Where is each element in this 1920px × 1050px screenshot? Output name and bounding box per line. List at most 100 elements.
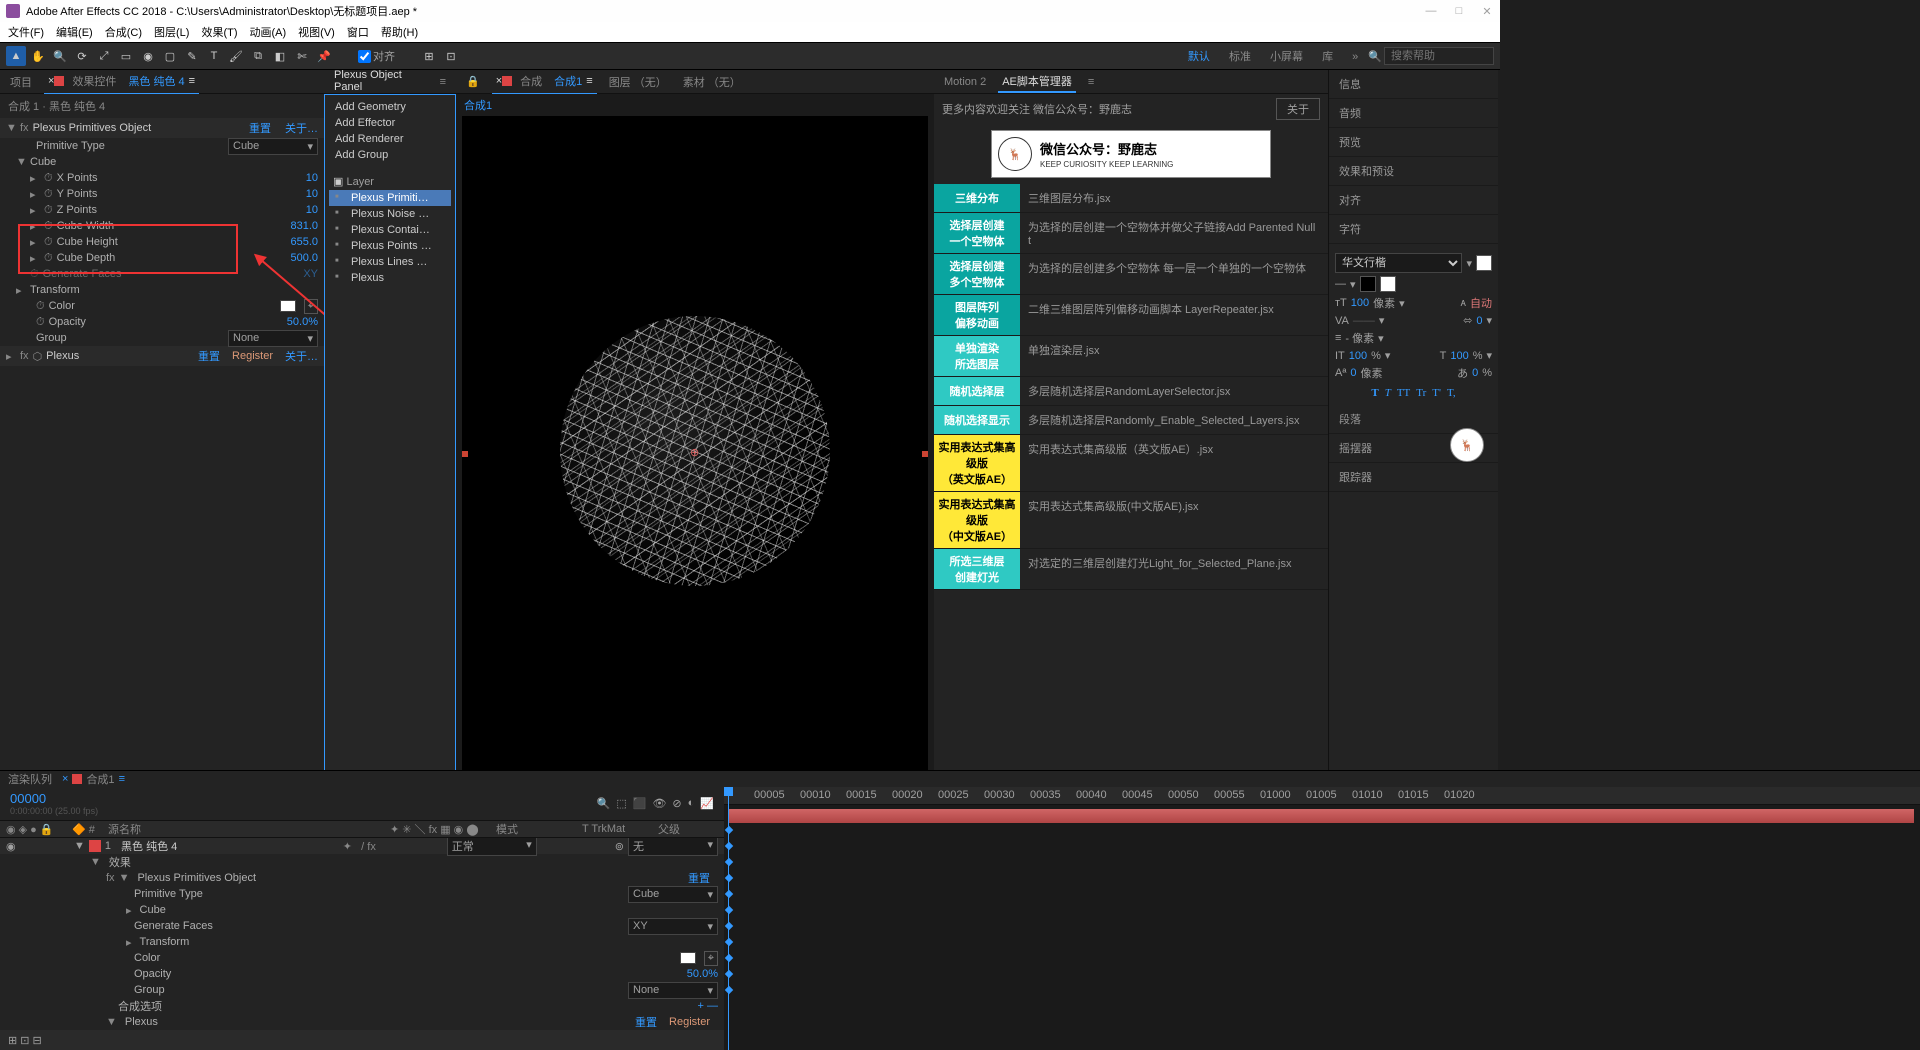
- panel-info[interactable]: 信息: [1329, 70, 1498, 99]
- panel-effects-presets[interactable]: 效果和预设: [1329, 157, 1498, 186]
- timeline-property-row[interactable]: 合成选项+ —: [0, 998, 724, 1014]
- plexus-panel-tab[interactable]: Plexus Object Panel: [330, 67, 428, 97]
- add-renderer[interactable]: Add Renderer: [329, 131, 451, 147]
- keyframe-icon[interactable]: [725, 970, 733, 978]
- panel-preview[interactable]: 预览: [1329, 128, 1498, 157]
- menu-edit[interactable]: 编辑(E): [52, 22, 97, 42]
- comp-mini-flowchart-icon[interactable]: ⬚: [616, 797, 626, 810]
- time-ruler[interactable]: 0000500010000150002000025000300003500040…: [724, 787, 1920, 805]
- col-source-name[interactable]: 源名称: [108, 821, 384, 837]
- orbit-tool[interactable]: ⟳: [72, 46, 92, 66]
- menu-view[interactable]: 视图(V): [294, 22, 339, 42]
- viewer-lock-icon[interactable]: 🔒: [462, 73, 484, 90]
- tab-project[interactable]: 项目: [6, 72, 36, 92]
- tab-composition[interactable]: × 合成 合成1 ≡: [492, 69, 597, 95]
- timeline-layer-list[interactable]: ◉ ▼1 黑色 纯色 4 ✦ / fx 正常▾ ⊚ 无▾ ▼效果fx▼Plexu…: [0, 838, 724, 1030]
- color-chip[interactable]: [280, 300, 296, 312]
- menu-layer[interactable]: 图层(L): [150, 22, 193, 42]
- fill-color[interactable]: [1476, 255, 1492, 271]
- comp-breadcrumb[interactable]: 合成1: [456, 94, 934, 116]
- tree-item-primitives[interactable]: Plexus Primiti…: [329, 190, 451, 206]
- workspace-small[interactable]: 小屏幕: [1262, 49, 1311, 65]
- panel-audio[interactable]: 音频: [1329, 99, 1498, 128]
- plexus-effect-title[interactable]: Plexus: [46, 350, 194, 362]
- puppet-tool[interactable]: 📌: [314, 46, 334, 66]
- clone-tool[interactable]: ⧉: [248, 46, 268, 66]
- maximize-button[interactable]: □: [1452, 5, 1466, 18]
- panel-tracker[interactable]: 跟踪器: [1329, 463, 1498, 492]
- camera-tool[interactable]: ▭: [116, 46, 136, 66]
- primitive-type-dropdown[interactable]: Cube▾: [228, 138, 318, 155]
- z-points-value[interactable]: 10: [306, 204, 318, 216]
- smallcaps-button[interactable]: Tr: [1416, 387, 1426, 399]
- timeline-property-row[interactable]: Color⌖: [0, 950, 724, 966]
- script-button[interactable]: 选择层创建 多个空物体: [934, 254, 1020, 294]
- rotate-tool[interactable]: ⤢: [94, 46, 114, 66]
- workspace-standard[interactable]: 标准: [1221, 49, 1259, 65]
- bold-button[interactable]: T: [1371, 387, 1378, 399]
- panel-align[interactable]: 对齐: [1329, 186, 1498, 215]
- roto-tool[interactable]: ✄: [292, 46, 312, 66]
- cube-depth-value[interactable]: 500.0: [290, 252, 318, 264]
- tree-item-points[interactable]: Plexus Points …: [329, 238, 451, 254]
- workspace-more[interactable]: »: [1344, 49, 1366, 65]
- tree-item-plexus[interactable]: Plexus: [329, 270, 451, 286]
- tree-item-container[interactable]: Plexus Contai…: [329, 222, 451, 238]
- parent-pickwhip-icon[interactable]: ⊚: [615, 840, 624, 853]
- y-points-value[interactable]: 10: [306, 188, 318, 200]
- tab-motion2[interactable]: Motion 2: [940, 74, 990, 90]
- hand-tool[interactable]: ✋: [28, 46, 48, 66]
- menu-composition[interactable]: 合成(C): [101, 22, 146, 42]
- script-button[interactable]: 图层阵列 偏移动画: [934, 295, 1020, 335]
- menu-window[interactable]: 窗口: [343, 22, 373, 42]
- italic-button[interactable]: T: [1385, 387, 1391, 399]
- timeline-property-row[interactable]: ▼效果: [0, 854, 724, 870]
- group-dropdown[interactable]: None▾: [228, 330, 318, 347]
- panel-character[interactable]: 字符: [1329, 215, 1498, 244]
- current-timecode[interactable]: 00000: [10, 791, 98, 806]
- layer-bar[interactable]: [728, 809, 1914, 823]
- timeline-property-row[interactable]: ▼Plexus重置Register: [0, 1014, 724, 1030]
- zoom-tool[interactable]: 🔍: [50, 46, 70, 66]
- tab-footage-none[interactable]: 素材 （无）: [679, 72, 745, 92]
- keyframe-icon[interactable]: [725, 890, 733, 898]
- anchor-icon[interactable]: ⊕: [690, 446, 700, 456]
- font-dropdown[interactable]: 华文行楷: [1335, 253, 1462, 273]
- effect-about[interactable]: 关于…: [285, 120, 318, 136]
- script-button[interactable]: 三维分布: [934, 184, 1020, 212]
- frame-blend-icon[interactable]: ⊘: [672, 797, 681, 810]
- tree-item-lines[interactable]: Plexus Lines …: [329, 254, 451, 270]
- motion-blur-icon[interactable]: ◐: [688, 797, 695, 810]
- script-list[interactable]: 三维分布三维图层分布.jsx选择层创建 一个空物体为选择的层创建一个空物体并做父…: [934, 184, 1328, 776]
- eraser-tool[interactable]: ◧: [270, 46, 290, 66]
- cube-height-value[interactable]: 655.0: [290, 236, 318, 248]
- snap-checkbox[interactable]: [358, 50, 371, 63]
- toggle-switches-icon[interactable]: ⊞ ⊡ ⊟: [8, 1034, 42, 1047]
- keyframe-icon[interactable]: [725, 826, 733, 834]
- add-geometry[interactable]: Add Geometry: [329, 99, 451, 115]
- script-button[interactable]: 实用表达式集高级版 （英文版AE）: [934, 435, 1020, 491]
- about-button[interactable]: 关于: [1276, 98, 1320, 120]
- add-effector[interactable]: Add Effector: [329, 115, 451, 131]
- minimize-button[interactable]: —: [1424, 5, 1438, 18]
- tree-item-noise[interactable]: Plexus Noise …: [329, 206, 451, 222]
- tab-render-queue[interactable]: 渲染队列: [8, 771, 52, 787]
- timeline-property-row[interactable]: ▸Cube: [0, 902, 724, 918]
- shy-icon[interactable]: 👁: [652, 797, 666, 810]
- opacity-value[interactable]: 50.0%: [287, 316, 318, 328]
- shape-tool[interactable]: ▢: [160, 46, 180, 66]
- tool-opt-1[interactable]: ⊞: [419, 46, 439, 66]
- timeline-property-row[interactable]: Primitive TypeCube▾: [0, 886, 724, 902]
- draft3d-icon[interactable]: ⬛: [633, 797, 647, 810]
- right-handle[interactable]: [922, 451, 928, 457]
- keyframe-icon[interactable]: [725, 842, 733, 850]
- keyframe-icon[interactable]: [725, 906, 733, 914]
- workspace-library[interactable]: 库: [1314, 49, 1341, 65]
- effect-reset[interactable]: 重置: [249, 120, 271, 136]
- timeline-property-row[interactable]: Opacity50.0%: [0, 966, 724, 982]
- search-icon[interactable]: 🔍: [597, 797, 611, 810]
- timeline-property-row[interactable]: fx▼Plexus Primitives Object重置: [0, 870, 724, 886]
- close-button[interactable]: ✕: [1480, 5, 1494, 18]
- script-button[interactable]: 实用表达式集高级版 （中文版AE）: [934, 492, 1020, 548]
- keyframe-icon[interactable]: [725, 938, 733, 946]
